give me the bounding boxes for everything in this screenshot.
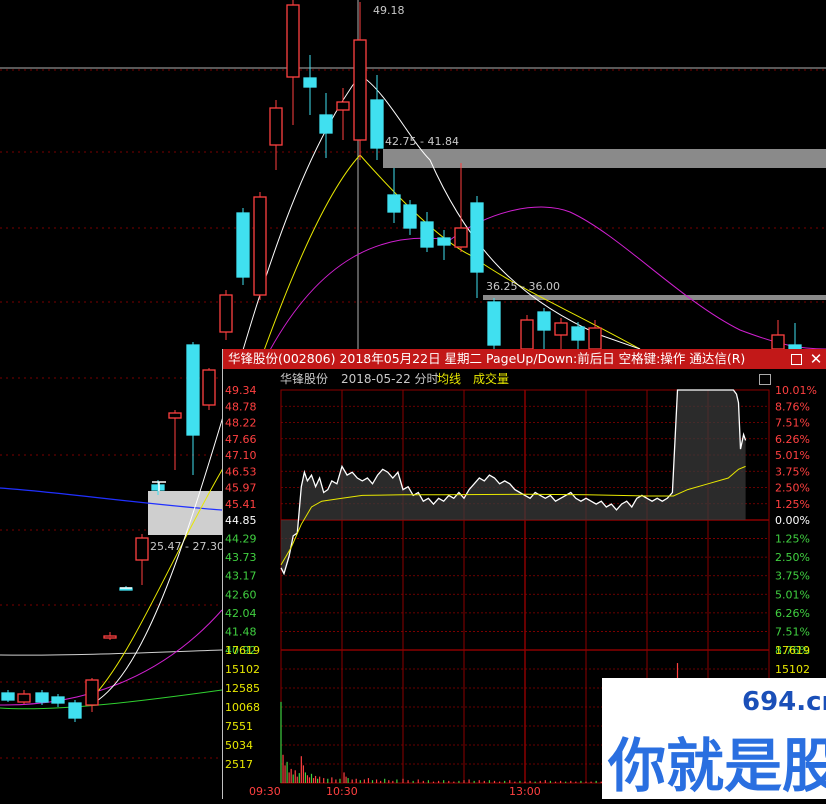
candle-up bbox=[103, 635, 117, 639]
time-tick-label: 10:30 bbox=[326, 785, 358, 798]
candle-down bbox=[470, 202, 484, 273]
candle-down bbox=[68, 702, 82, 719]
watermark-box: 694.cn 你就是股神 bbox=[602, 678, 826, 800]
candle-up bbox=[286, 4, 300, 78]
candle-up bbox=[269, 107, 283, 146]
pct-tick-label: 7.51% bbox=[775, 417, 810, 430]
ma-grey-line bbox=[0, 649, 223, 656]
candle-up bbox=[85, 679, 99, 706]
stock-name: 华锋股份 bbox=[280, 372, 329, 386]
candle-down bbox=[186, 344, 200, 436]
candle-up bbox=[588, 327, 602, 350]
watermark-logo: 694.cn 你就是股神 bbox=[607, 687, 826, 800]
volume-tick-label: 15102 bbox=[775, 663, 810, 676]
popup-title: 华锋股份(002806) 2018年05月22日 星期二 PageUp/Down… bbox=[228, 351, 746, 366]
maximize-icon[interactable] bbox=[791, 354, 802, 365]
pct-zero-label: 0.00% bbox=[775, 514, 810, 527]
candle-up bbox=[336, 101, 350, 111]
price-tick-label: 46.53 bbox=[225, 465, 257, 478]
pct-tick-label: 5.01% bbox=[775, 588, 810, 601]
resistance-zone-label: 42.75 - 41.84 bbox=[385, 135, 459, 148]
price-tick-label: 45.41 bbox=[225, 498, 257, 511]
close-icon[interactable]: ✕ bbox=[808, 349, 824, 369]
candle-down bbox=[387, 194, 401, 213]
pct-tick-label: 7.51% bbox=[775, 625, 810, 638]
volume-tick-label: 10068 bbox=[225, 701, 260, 714]
candle-up bbox=[454, 227, 468, 248]
candle-down bbox=[537, 311, 551, 331]
time-tick-label: 09:30 bbox=[249, 785, 281, 798]
lower-zone-label: 25.47 - 27.30 bbox=[150, 540, 224, 553]
pct-tick-label: 1.25% bbox=[775, 498, 810, 511]
pct-tick-label: 6.26% bbox=[775, 433, 810, 446]
candle-up bbox=[353, 39, 367, 141]
pct-tick-label: 2.50% bbox=[775, 482, 810, 495]
candle-up bbox=[17, 693, 31, 703]
popup-titlebar[interactable]: 华锋股份(002806) 2018年05月22日 星期二 PageUp/Down… bbox=[223, 349, 826, 369]
candle-up bbox=[168, 412, 182, 419]
candle-down bbox=[151, 484, 165, 491]
volume-tick-label: 5034 bbox=[225, 739, 253, 752]
candle-up bbox=[520, 319, 534, 350]
pct-tick-label: 8.76% bbox=[775, 400, 810, 413]
volume-tick-label: 12585 bbox=[225, 682, 260, 695]
candle-down bbox=[51, 696, 65, 704]
candle-up bbox=[771, 334, 785, 350]
price-tick-label: 41.48 bbox=[225, 625, 257, 638]
candle-up bbox=[253, 196, 267, 296]
price-tick-label: 47.66 bbox=[225, 433, 257, 446]
avg-line-legend: 均线 bbox=[437, 372, 462, 386]
lower-zone bbox=[148, 491, 222, 535]
pct-tick-label: 6.26% bbox=[775, 607, 810, 620]
candle-down bbox=[370, 99, 384, 149]
price-tick-label: 43.73 bbox=[225, 551, 257, 564]
candle-down bbox=[1, 692, 15, 701]
price-tick-label: 48.22 bbox=[225, 417, 257, 430]
volume-tick-label: 7551 bbox=[225, 720, 253, 733]
price-tick-label: 42.04 bbox=[225, 607, 257, 620]
pct-tick-label: 3.75% bbox=[775, 465, 810, 478]
time-tick-label: 13:00 bbox=[509, 785, 541, 798]
price-tick-label: 44.29 bbox=[225, 533, 257, 546]
price-tick-label: 48.78 bbox=[225, 400, 257, 413]
ma-green-line bbox=[0, 689, 223, 710]
pct-tick-label: 5.01% bbox=[775, 449, 810, 462]
pct-tick-label: 2.50% bbox=[775, 551, 810, 564]
panel-toggle-icon[interactable] bbox=[759, 374, 771, 385]
volume-tick-label: 2517 bbox=[225, 758, 253, 771]
price-tick-label: 45.97 bbox=[225, 482, 257, 495]
svg-text:694.cn: 694.cn bbox=[742, 687, 826, 717]
candle-down bbox=[420, 221, 434, 248]
volume-tick-label: 15102 bbox=[225, 663, 260, 676]
support-zone-label: 36.25 - 36.00 bbox=[486, 280, 560, 293]
chart-date: 2018-05-22 分时 bbox=[341, 372, 439, 386]
candle-down bbox=[437, 237, 451, 246]
volume-legend: 成交量 bbox=[473, 372, 510, 386]
candle-down bbox=[571, 326, 585, 341]
volume-tick-label: 17619 bbox=[225, 644, 260, 657]
prev-close-label: 44.85 bbox=[225, 514, 257, 527]
candle-up bbox=[135, 537, 149, 561]
high-price-label: 49.18 bbox=[373, 4, 405, 17]
candle-up bbox=[554, 322, 568, 336]
price-tick-label: 43.17 bbox=[225, 570, 257, 583]
candle-down bbox=[403, 204, 417, 229]
svg-text:你就是股神: 你就是股神 bbox=[607, 732, 826, 799]
price-tick-label: 42.60 bbox=[225, 588, 257, 601]
chart-subheader: 华锋股份 2018-05-22 分时 均线 成交量 bbox=[223, 369, 826, 389]
candle-up bbox=[202, 369, 216, 406]
pct-tick-label: 1.25% bbox=[775, 533, 810, 546]
price-tick-label: 47.10 bbox=[225, 449, 257, 462]
candle-down bbox=[35, 692, 49, 703]
pct-tick-label: 3.75% bbox=[775, 570, 810, 583]
candle-down bbox=[236, 212, 250, 278]
candle-down bbox=[487, 301, 501, 346]
candle-up bbox=[219, 294, 233, 333]
candle-down bbox=[319, 114, 333, 134]
resistance-zone bbox=[383, 149, 826, 168]
volume-tick-label: 17619 bbox=[775, 644, 810, 657]
candle-down bbox=[303, 77, 317, 88]
